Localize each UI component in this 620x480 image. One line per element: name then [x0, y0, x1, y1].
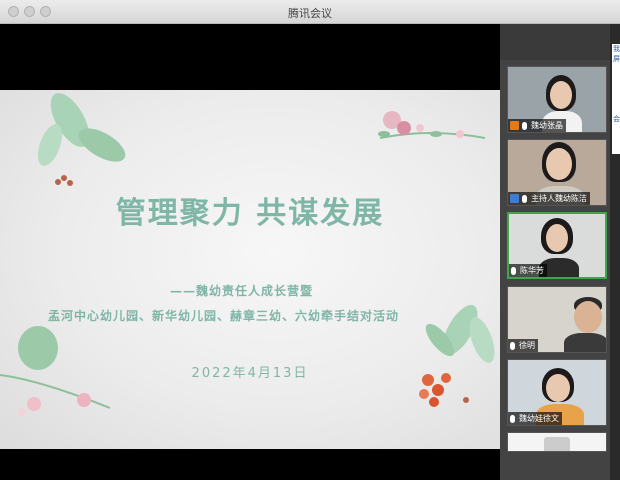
participant-face [546, 224, 568, 252]
participant-video-tile[interactable]: 主持人魏幼陈洁 [507, 139, 607, 206]
participant-name: 徐明 [519, 341, 535, 350]
berry-decoration-icon [419, 305, 495, 407]
flower-decoration-icon [378, 111, 486, 139]
participant-video-tile[interactable]: 魏幼娃徐文 [507, 359, 607, 426]
participant-name-label: 魏幼张晶 [508, 119, 566, 132]
microphone-icon[interactable] [522, 194, 527, 203]
participant-video-tile[interactable]: 徐明 [507, 286, 607, 353]
participant-video-tile[interactable] [507, 432, 607, 452]
leaf-decoration-icon [37, 93, 126, 186]
participant-face [550, 81, 572, 109]
participant-face [546, 148, 572, 180]
participant-name: 陈华芳 [520, 266, 544, 275]
host-icon [510, 121, 519, 130]
microphone-icon[interactable] [510, 414, 515, 423]
title-bar: 腾讯会议 [0, 0, 620, 24]
slide-title: 管理聚力 共谋发展 [115, 196, 385, 231]
presentation-slide: 管理聚力 共谋发展 ——魏幼责任人成长营暨 孟河中心幼儿园、新华幼儿园、赫章三幼… [0, 90, 500, 449]
side-strip-text-2: 会 [613, 115, 620, 123]
microphone-icon[interactable] [522, 121, 527, 130]
slide-date: 2022年4月13日 [191, 366, 309, 381]
cohost-icon [510, 194, 519, 203]
participant-name: 主持人魏幼陈洁 [531, 194, 587, 203]
microphone-icon[interactable] [511, 266, 516, 275]
participant-name: 魏幼张晶 [531, 121, 563, 130]
microphone-icon[interactable] [510, 341, 515, 350]
slide-subtitle-line2: 孟河中心幼儿园、新华幼儿园、赫章三幼、六幼牵手结对活动 [48, 309, 400, 323]
participant-video-tile-active[interactable]: 陈华芳 [507, 212, 607, 279]
participant-face [546, 374, 570, 402]
participant-name-label: 陈华芳 [509, 264, 547, 277]
participant-video-tile[interactable]: 魏幼张晶 [507, 66, 607, 133]
participant-name-label: 魏幼娃徐文 [508, 412, 562, 425]
participant-name: 魏幼娃徐文 [519, 414, 559, 423]
participant-video-placeholder [544, 437, 570, 451]
shared-screen: 管理聚力 共谋发展 ——魏幼责任人成长营暨 孟河中心幼儿园、新华幼儿园、赫章三幼… [0, 24, 500, 480]
participant-face [574, 301, 602, 333]
participant-name-label: 主持人魏幼陈洁 [508, 192, 590, 205]
participant-body [564, 333, 606, 352]
side-strip: 我屏 会 [612, 44, 620, 154]
window-title: 腾讯会议 [288, 7, 332, 20]
sidebar-header [500, 24, 610, 60]
participant-name-label: 徐明 [508, 339, 538, 352]
side-strip-text-1: 我屏 [613, 45, 620, 63]
slide-subtitle-line1: ——魏幼责任人成长营暨 [170, 284, 314, 298]
